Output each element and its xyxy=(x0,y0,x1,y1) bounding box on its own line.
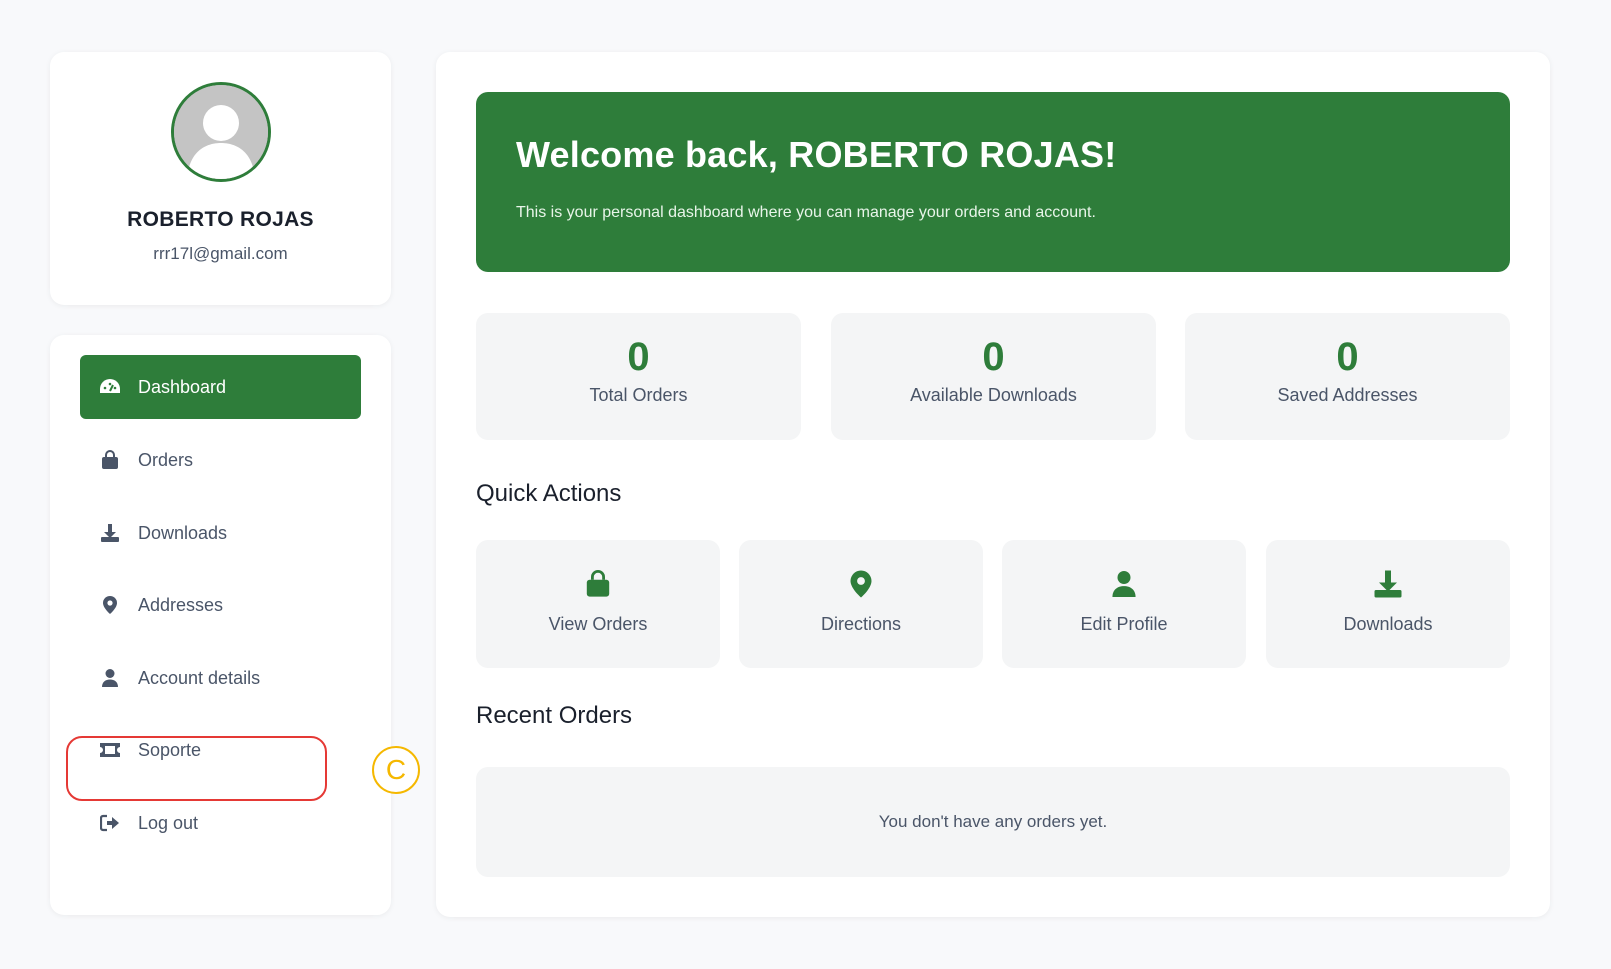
shopping-bag-icon xyxy=(582,568,614,600)
stat-label: Saved Addresses xyxy=(1277,385,1418,405)
avatar xyxy=(170,82,271,182)
nav-item-downloads[interactable]: Downloads xyxy=(80,501,361,565)
shopping-bag-icon xyxy=(98,448,122,472)
quick-action-view-orders[interactable]: View Orders xyxy=(476,540,720,668)
annotation-marker: C xyxy=(372,746,420,794)
quick-action-edit-profile[interactable]: Edit Profile xyxy=(1002,540,1246,668)
nav-item-logout[interactable]: Log out xyxy=(80,791,361,855)
nav-item-label: Soporte xyxy=(138,739,202,760)
stat-saved-addresses: 0 Saved Addresses xyxy=(1185,313,1510,440)
quick-actions-title: Quick Actions xyxy=(476,480,622,507)
stat-value: 0 xyxy=(1336,335,1359,379)
map-pin-icon xyxy=(845,568,877,600)
profile-card: ROBERTO ROJAS rrr17l@gmail.com xyxy=(50,52,391,305)
welcome-title: Welcome back, ROBERTO ROJAS! xyxy=(516,134,1117,175)
map-pin-icon xyxy=(98,593,122,617)
nav-item-addresses[interactable]: Addresses xyxy=(80,573,361,637)
stat-value: 0 xyxy=(982,335,1005,379)
logout-icon xyxy=(98,811,122,835)
download-icon xyxy=(98,521,122,545)
nav-item-account-details[interactable]: Account details xyxy=(80,646,361,710)
quick-action-label: Edit Profile xyxy=(1080,614,1168,634)
nav-item-label: Account details xyxy=(138,667,261,688)
quick-action-downloads[interactable]: Downloads xyxy=(1266,540,1510,668)
quick-action-label: Directions xyxy=(820,614,902,634)
recent-orders-empty: You don't have any orders yet. xyxy=(476,767,1510,877)
user-icon xyxy=(98,666,122,690)
nav-item-soporte[interactable]: Soporte xyxy=(80,718,361,782)
profile-name: ROBERTO ROJAS xyxy=(127,208,314,231)
nav-item-orders[interactable]: Orders xyxy=(80,428,361,492)
account-navigation: Dashboard Orders Downloads Addresses Acc xyxy=(50,335,391,915)
dashboard-icon xyxy=(98,375,122,399)
nav-item-label: Dashboard xyxy=(138,376,227,397)
welcome-banner: Welcome back, ROBERTO ROJAS! This is you… xyxy=(476,92,1510,272)
main-content: Welcome back, ROBERTO ROJAS! This is you… xyxy=(436,52,1550,917)
ticket-icon xyxy=(98,738,122,762)
nav-item-label: Log out xyxy=(138,812,199,833)
stat-value: 0 xyxy=(627,335,650,379)
stat-total-orders: 0 Total Orders xyxy=(476,313,801,440)
nav-item-dashboard[interactable]: Dashboard xyxy=(80,355,361,419)
avatar-placeholder-icon xyxy=(173,85,268,179)
stat-label: Available Downloads xyxy=(910,385,1077,405)
nav-item-label: Addresses xyxy=(138,594,224,615)
quick-action-directions[interactable]: Directions xyxy=(739,540,983,668)
account-dashboard-page: ROBERTO ROJAS rrr17l@gmail.com Dashboard… xyxy=(0,0,1611,969)
quick-action-label: View Orders xyxy=(548,614,648,634)
stat-available-downloads: 0 Available Downloads xyxy=(831,313,1156,440)
profile-email: rrr17l@gmail.com xyxy=(153,244,288,263)
recent-orders-title: Recent Orders xyxy=(476,702,633,729)
quick-action-label: Downloads xyxy=(1343,614,1433,634)
nav-item-label: Orders xyxy=(138,449,194,470)
stat-label: Total Orders xyxy=(589,385,688,405)
welcome-subtitle: This is your personal dashboard where yo… xyxy=(516,204,1096,221)
empty-orders-message: You don't have any orders yet. xyxy=(878,812,1108,831)
user-icon xyxy=(1108,568,1140,600)
nav-item-label: Downloads xyxy=(138,522,228,543)
download-icon xyxy=(1372,568,1404,600)
